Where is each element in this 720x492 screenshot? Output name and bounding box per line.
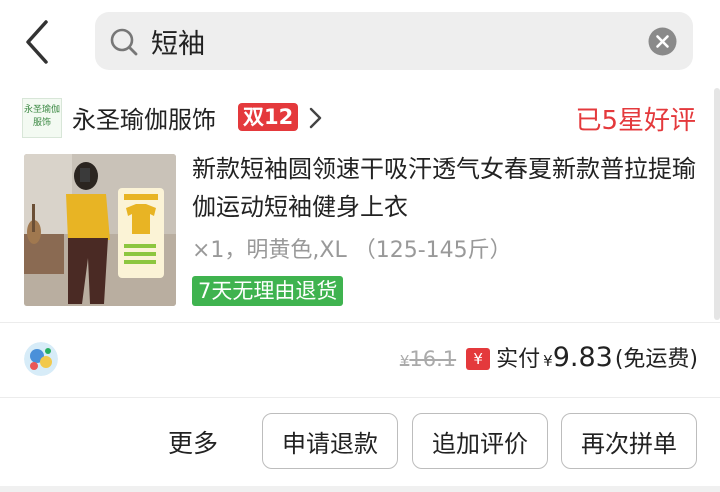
- product-title[interactable]: 新款短袖圆领速干吸汗透气女春夏新款普拉提瑜伽运动短袖健身上衣: [192, 150, 702, 226]
- promo-badge: 双12: [238, 103, 299, 131]
- top-bar: [0, 0, 720, 86]
- price-row: ¥16.1 ¥ 实付 ¥ 9.83 (免运费): [0, 323, 720, 397]
- refund-button[interactable]: 申请退款: [262, 413, 398, 469]
- store-logo: 永圣瑜伽服饰: [22, 98, 62, 138]
- search-box[interactable]: [95, 12, 693, 70]
- store-header[interactable]: 永圣瑜伽服饰 永圣瑜伽服饰 双12 已5星好评: [0, 92, 720, 148]
- paid-label: 实付: [496, 347, 541, 372]
- product-spec: ×1，明黄色,XL （125-145斤）: [192, 238, 512, 263]
- search-input[interactable]: [151, 22, 621, 60]
- store-name[interactable]: 永圣瑜伽服饰: [72, 100, 216, 135]
- scrollbar[interactable]: [714, 88, 720, 320]
- currency-symbol: ¥: [543, 352, 553, 370]
- chevron-right-icon[interactable]: [307, 106, 323, 130]
- price-summary: ¥16.1 ¥ 实付 ¥ 9.83 (免运费): [400, 341, 698, 381]
- add-review-button[interactable]: 追加评价: [412, 413, 548, 469]
- shipping-note: (免运费): [614, 347, 698, 372]
- divider: [0, 397, 720, 398]
- clear-icon[interactable]: [648, 27, 677, 56]
- review-status: 已5星好评: [575, 106, 696, 136]
- avatar[interactable]: [24, 342, 58, 376]
- product-image[interactable]: [24, 154, 176, 306]
- search-icon: [110, 28, 138, 56]
- back-button[interactable]: [18, 18, 58, 66]
- return-policy-badge: 7天无理由退货: [192, 276, 344, 306]
- original-price: ¥16.1: [399, 347, 457, 371]
- paid-amount: 9.83: [552, 342, 613, 373]
- bottom-strip: [0, 486, 720, 492]
- more-button[interactable]: 更多: [168, 424, 218, 460]
- avatar-image: [24, 342, 58, 376]
- product-photo: [24, 154, 176, 306]
- coupon-icon: ¥: [466, 348, 491, 370]
- reorder-button[interactable]: 再次拼单: [561, 413, 697, 469]
- chevron-left-icon: [26, 20, 48, 64]
